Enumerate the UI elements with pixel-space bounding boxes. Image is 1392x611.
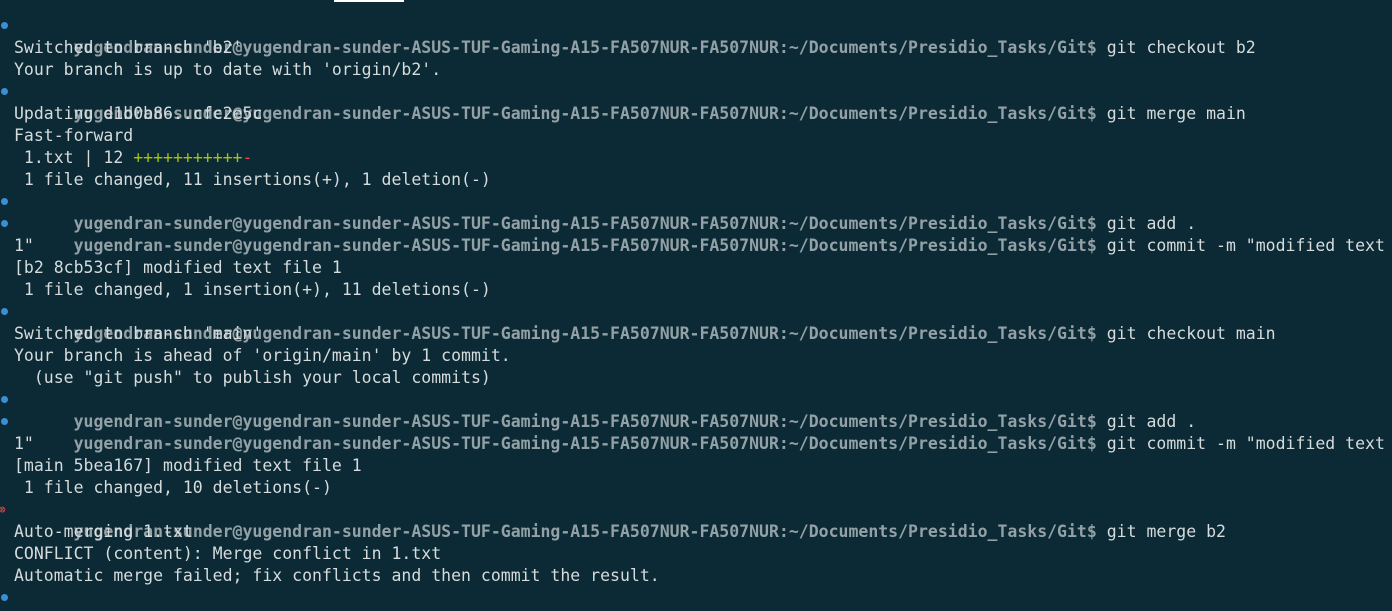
command-success-icon[interactable] — [0, 191, 14, 213]
prompt-line: yugendran-sunder@yugendran-sunder-ASUS-T… — [1, 213, 1392, 255]
output-line: CONFLICT (content): Merge conflict in 1.… — [14, 544, 442, 563]
output-line: Your branch is ahead of 'origin/main' by… — [14, 346, 511, 365]
command-success-icon[interactable] — [0, 15, 14, 37]
output-line: Auto-merging 1.txt — [14, 522, 193, 541]
prompt-line: yugendran-sunder@yugendran-sunder-ASUS-T… — [1, 389, 1392, 431]
diffstat-insertions: +++++++++++ — [133, 148, 243, 167]
terminal-output: yugendran-sunder@yugendran-sunder-ASUS-T… — [0, 15, 1392, 611]
output-line: 1 file changed, 11 insertions(+), 1 dele… — [14, 170, 491, 189]
output-line: Automatic merge failed; fix conflicts an… — [14, 566, 660, 585]
command-success-icon[interactable] — [0, 587, 14, 609]
prompt-line: yugendran-sunder@yugendran-sunder-ASUS-T… — [1, 15, 1392, 57]
output-line: (use "git push" to publish your local co… — [14, 368, 491, 387]
diffstat-deletions: - — [242, 148, 253, 167]
prompt-line: yugendran-sunder@yugendran-sunder-ASUS-T… — [0, 499, 1392, 541]
output-line: [b2 8cb53cf] modified text file 1 — [14, 258, 342, 277]
output-line: Switched to branch 'main' — [14, 324, 263, 343]
output-line: Updating d1b0b86..cfc2e5c — [14, 104, 263, 123]
output-line: Fast-forward — [14, 126, 134, 145]
output-line: 1 file changed, 1 insertion(+), 11 delet… — [14, 280, 491, 299]
command-error-icon[interactable] — [0, 499, 14, 521]
output-line: [main 5bea167] modified text file 1 — [14, 456, 362, 475]
tab-indicator — [334, 0, 404, 2]
diffstat-file: 1.txt | 12 — [14, 148, 134, 167]
prompt-line: yugendran-sunder@yugendran-sunder-ASUS-T… — [1, 301, 1392, 343]
output-line: Your branch is up to date with 'origin/b… — [14, 60, 442, 79]
command-continuation: 1" — [14, 236, 34, 255]
command-continuation: 1" — [14, 434, 34, 453]
command-success-icon[interactable] — [0, 411, 14, 433]
command-success-icon[interactable] — [0, 301, 14, 323]
command-success-icon[interactable] — [0, 81, 14, 103]
command-success-icon[interactable] — [0, 389, 14, 411]
prompt-line: yugendran-sunder@yugendran-sunder-ASUS-T… — [1, 191, 1392, 233]
terminal-window[interactable]: yugendran-sunder@yugendran-sunder-ASUS-T… — [0, 0, 1392, 611]
output-line: Switched to branch 'b2' — [14, 38, 243, 57]
prompt-line: yugendran-sunder@yugendran-sunder-ASUS-T… — [1, 81, 1392, 123]
prompt-line-current[interactable]: yugendran-sunder@yugendran-sunder-ASUS-T… — [1, 587, 1392, 611]
command-success-icon[interactable] — [0, 213, 14, 235]
diffstat-line: 1.txt | 12 +++++++++++- — [14, 147, 1392, 169]
output-line: 1 file changed, 10 deletions(-) — [14, 478, 332, 497]
prompt-line: yugendran-sunder@yugendran-sunder-ASUS-T… — [1, 411, 1392, 453]
